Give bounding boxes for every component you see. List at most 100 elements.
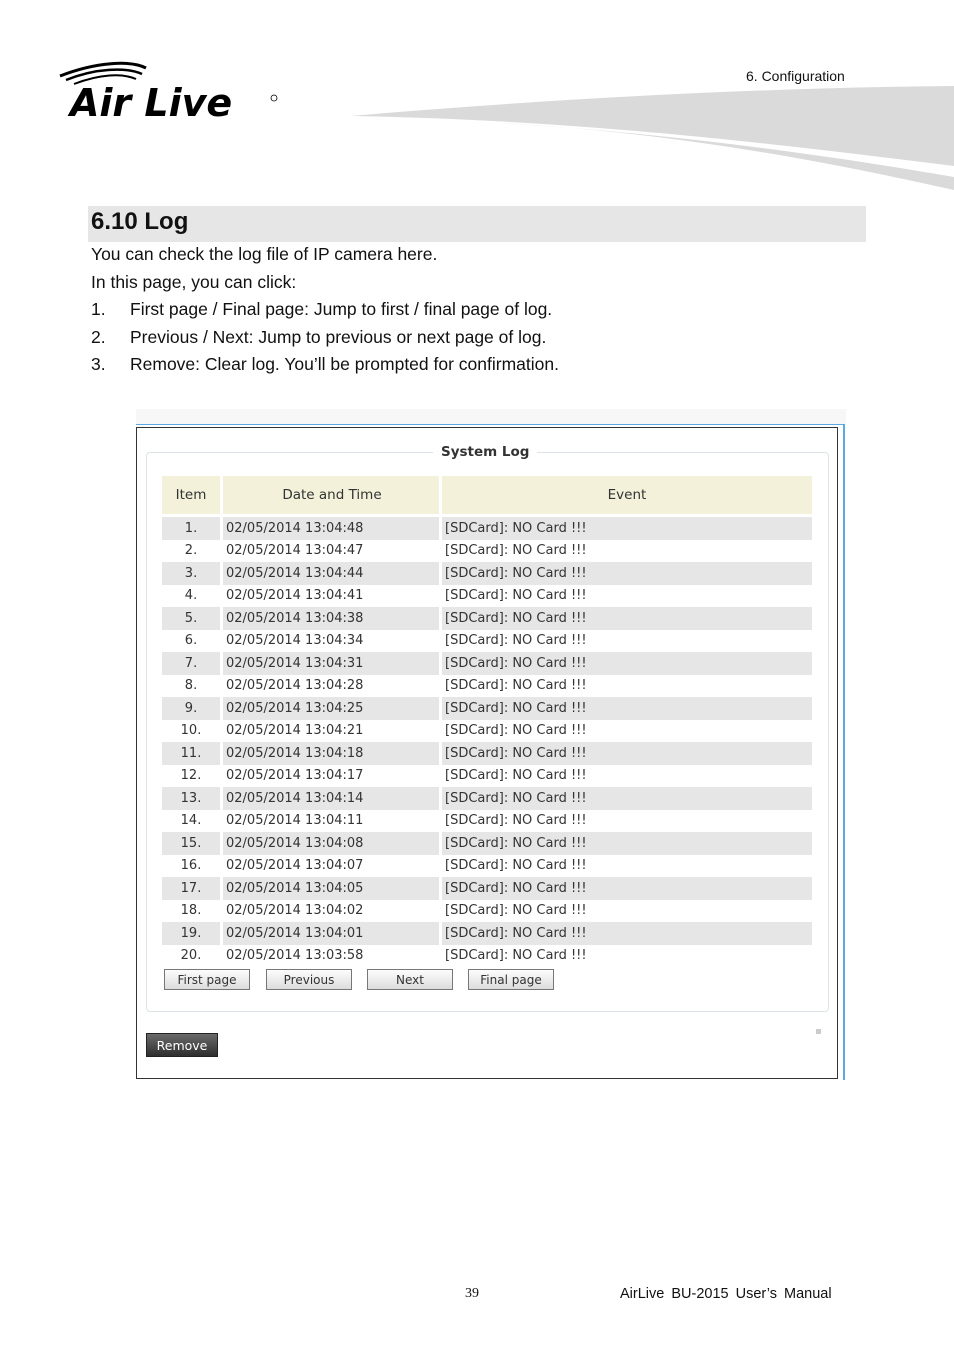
list-item-number: 3. (91, 354, 106, 374)
chapter-heading: 6. Configuration (746, 68, 845, 84)
table-row: 4. 02/05/2014 13:04:41 [SDCard]: NO Card !… (162, 584, 812, 607)
cell-datetime: 02/05/2014 13:04:48 (223, 517, 439, 540)
cell-event: [SDCard]: NO Card !!! (442, 674, 812, 697)
cell-event: [SDCard]: NO Card !!! (442, 809, 812, 832)
cell-datetime: 02/05/2014 13:04:02 (223, 899, 439, 922)
remove-button[interactable]: Remove (146, 1033, 218, 1057)
cell-item: 6. (162, 629, 220, 652)
cell-item: 19. (162, 922, 220, 945)
cell-event: [SDCard]: NO Card !!! (442, 922, 812, 945)
cell-datetime: 02/05/2014 13:04:21 (223, 719, 439, 742)
final-page-button[interactable]: Final page (468, 969, 554, 990)
cell-event: [SDCard]: NO Card !!! (442, 854, 812, 877)
cell-datetime: 02/05/2014 13:04:07 (223, 854, 439, 877)
cell-event: [SDCard]: NO Card !!! (442, 629, 812, 652)
column-header-datetime: Date and Time (223, 476, 439, 514)
table-row: 2. 02/05/2014 13:04:47 [SDCard]: NO Card !… (162, 539, 812, 562)
cell-datetime: 02/05/2014 13:04:11 (223, 809, 439, 832)
table-row: 15. 02/05/2014 13:04:08 [SDCard]: NO Card … (162, 832, 812, 855)
table-row: 19. 02/05/2014 13:04:01 [SDCard]: NO Card … (162, 922, 812, 945)
cell-event: [SDCard]: NO Card !!! (442, 719, 812, 742)
table-row: 5. 02/05/2014 13:04:38 [SDCard]: NO Card !… (162, 607, 812, 630)
manual-title: AirLive BU-2015 User’s Manual (620, 1286, 832, 1302)
section-title: 6.10 Log (91, 208, 189, 235)
cell-datetime: 02/05/2014 13:04:31 (223, 652, 439, 675)
previous-button[interactable]: Previous (266, 969, 352, 990)
cell-datetime: 02/05/2014 13:04:34 (223, 629, 439, 652)
column-header-event: Event (442, 476, 812, 514)
list-item-text: First page / Final page: Jump to first /… (130, 299, 553, 319)
log-table-body: 1. 02/05/2014 13:04:48 [SDCard]: NO Card !… (162, 517, 812, 967)
table-row: 14. 02/05/2014 13:04:11 [SDCard]: NO Card … (162, 809, 812, 832)
system-log-title: System Log (433, 444, 538, 460)
airlive-logo: Air Live (59, 61, 278, 124)
cell-datetime: 02/05/2014 13:04:28 (223, 674, 439, 697)
cell-datetime: 02/05/2014 13:04:17 (223, 764, 439, 787)
cell-event: [SDCard]: NO Card !!! (442, 832, 812, 855)
cell-datetime: 02/05/2014 13:04:08 (223, 832, 439, 855)
cell-event: [SDCard]: NO Card !!! (442, 899, 812, 922)
column-header-item: Item (162, 476, 220, 514)
cell-datetime: 02/05/2014 13:04:44 (223, 562, 439, 585)
table-header-row: Item Date and Time Event (162, 476, 812, 514)
cell-item: 8. (162, 674, 220, 697)
list-item-number: 2. (91, 327, 106, 347)
table-row: 20. 02/05/2014 13:03:58 [SDCard]: NO Card … (162, 944, 812, 967)
list-item-text: Remove: Clear log. You’ll be prompted fo… (130, 354, 559, 374)
cell-datetime: 02/05/2014 13:04:25 (223, 697, 439, 720)
cell-item: 5. (162, 607, 220, 630)
cell-datetime: 02/05/2014 13:04:41 (223, 584, 439, 607)
cell-datetime: 02/05/2014 13:04:18 (223, 742, 439, 765)
list-item-number: 1. (91, 299, 106, 319)
cell-event: [SDCard]: NO Card !!! (442, 607, 812, 630)
cell-datetime: 02/05/2014 13:04:01 (223, 922, 439, 945)
table-row: 8. 02/05/2014 13:04:28 [SDCard]: NO Card !… (162, 674, 812, 697)
cell-event: [SDCard]: NO Card !!! (442, 562, 812, 585)
page-number: 39 (465, 1286, 479, 1301)
cell-datetime: 02/05/2014 13:04:14 (223, 787, 439, 810)
first-page-button[interactable]: First page (164, 969, 250, 990)
table-row: 11. 02/05/2014 13:04:18 [SDCard]: NO Card … (162, 742, 812, 765)
cell-event: [SDCard]: NO Card !!! (442, 539, 812, 562)
cell-event: [SDCard]: NO Card !!! (442, 877, 812, 900)
cell-event: [SDCard]: NO Card !!! (442, 652, 812, 675)
cell-item: 12. (162, 764, 220, 787)
cell-item: 14. (162, 809, 220, 832)
screenshot-top-strip (136, 409, 846, 425)
resize-handle[interactable] (816, 1029, 821, 1034)
table-row: 16. 02/05/2014 13:04:07 [SDCard]: NO Card … (162, 854, 812, 877)
table-row: 13. 02/05/2014 13:04:14 [SDCard]: NO Card … (162, 787, 812, 810)
cell-item: 20. (162, 944, 220, 967)
cell-item: 9. (162, 697, 220, 720)
cell-item: 15. (162, 832, 220, 855)
cell-item: 18. (162, 899, 220, 922)
intro-text-2: In this page, you can click: (91, 272, 297, 292)
intro-text: You can check the log file of IP camera … (91, 244, 438, 264)
table-row: 1. 02/05/2014 13:04:48 [SDCard]: NO Card !… (162, 517, 812, 540)
cell-item: 13. (162, 787, 220, 810)
table-row: 18. 02/05/2014 13:04:02 [SDCard]: NO Card … (162, 899, 812, 922)
table-row: 7. 02/05/2014 13:04:31 [SDCard]: NO Card !… (162, 652, 812, 675)
cell-event: [SDCard]: NO Card !!! (442, 742, 812, 765)
cell-item: 1. (162, 517, 220, 540)
cell-datetime: 02/05/2014 13:03:58 (223, 944, 439, 967)
cell-event: [SDCard]: NO Card !!! (442, 697, 812, 720)
window-border-right (843, 424, 845, 1080)
table-row: 10. 02/05/2014 13:04:21 [SDCard]: NO Card … (162, 719, 812, 742)
cell-event: [SDCard]: NO Card !!! (442, 764, 812, 787)
window-border-top (136, 424, 844, 425)
cell-event: [SDCard]: NO Card !!! (442, 944, 812, 967)
cell-event: [SDCard]: NO Card !!! (442, 517, 812, 540)
cell-datetime: 02/05/2014 13:04:38 (223, 607, 439, 630)
table-row: 9. 02/05/2014 13:04:25 [SDCard]: NO Card !… (162, 697, 812, 720)
table-row: 12. 02/05/2014 13:04:17 [SDCard]: NO Card … (162, 764, 812, 787)
cell-item: 10. (162, 719, 220, 742)
cell-item: 4. (162, 584, 220, 607)
list-item-text: Previous / Next: Jump to previous or nex… (130, 327, 547, 347)
next-button[interactable]: Next (367, 969, 453, 990)
section-title-bar: 6.10 Log (88, 206, 866, 242)
cell-datetime: 02/05/2014 13:04:05 (223, 877, 439, 900)
cell-item: 11. (162, 742, 220, 765)
cell-item: 7. (162, 652, 220, 675)
cell-item: 16. (162, 854, 220, 877)
